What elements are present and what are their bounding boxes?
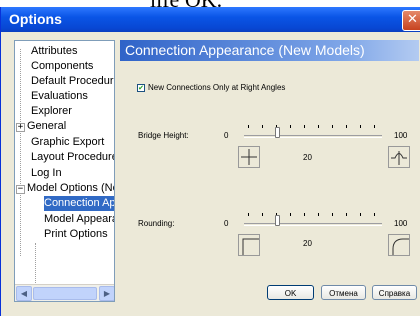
title-bar[interactable]: Options ✕ [1,7,420,32]
slider-tick [304,125,305,128]
rounding-max: 100 [394,219,408,228]
ok-button[interactable]: OK [267,285,314,300]
tree-connector [20,49,21,256]
slider-tick [374,125,375,128]
right-angles-label[interactable]: New Connections Only at Right Angles [148,83,285,92]
expand-plus-icon[interactable]: + [16,123,25,132]
tree-item-model-appearance[interactable]: Model Appearance [44,212,114,227]
slider-tick [248,213,249,216]
tree-item-log-in[interactable]: Log In [31,166,62,181]
tree-item-print-options[interactable]: Print Options [44,227,108,242]
rounding-track[interactable] [244,223,382,226]
slider-tick [374,213,375,216]
rounding-value: 20 [303,239,312,248]
tree-item-explorer[interactable]: Explorer [31,104,72,119]
rounding-slider-thumb[interactable] [275,215,280,226]
slider-tick [304,213,305,216]
bridge-height-label: Bridge Height: [138,131,189,140]
slider-tick [262,125,263,128]
tree-item-model-options[interactable]: Model Options (New Models) [27,181,114,196]
slider-tick [248,125,249,128]
cropped-text-fragment: life OK. [0,0,420,7]
slider-tick [318,125,319,128]
collapse-minus-icon[interactable]: − [16,185,25,194]
tree-item-evaluations[interactable]: Evaluations [31,89,88,104]
slider-tick [346,125,347,128]
slider-tick [332,213,333,216]
window-title: Options [9,11,62,27]
slider-tick [360,125,361,128]
slider-tick [262,213,263,216]
right-angles-checkbox[interactable]: ✔ [137,84,145,92]
options-dialog: Options ✕ Attributes Components Default … [0,7,420,316]
options-tree[interactable]: Attributes Components Default Procedures… [14,40,115,302]
tree-item-general[interactable]: General [27,119,66,134]
scroll-left-icon[interactable]: ◀ [16,286,32,301]
tree-item-default-procedures[interactable]: Default Procedures [31,74,114,89]
rounding-max-preview-icon [388,234,410,256]
help-button[interactable]: Справка [372,285,417,300]
tree-item-connection-appearance[interactable]: Connection Appearance [44,196,114,211]
bridge-max-preview-icon [388,146,410,168]
slider-tick [360,213,361,216]
bridge-min-preview-icon [238,146,260,168]
slider-tick [318,213,319,216]
rounding-min: 0 [224,219,229,228]
bridge-height-slider-thumb[interactable] [275,127,280,138]
tree-horizontal-scrollbar[interactable]: ◀ ▶ [15,284,114,301]
bridge-height-track[interactable] [244,135,382,138]
scroll-right-icon[interactable]: ▶ [99,286,114,301]
slider-tick [290,125,291,128]
close-icon[interactable]: ✕ [402,10,420,31]
panel-title: Connection Appearance (New Models) [125,42,365,58]
bridge-height-min: 0 [224,131,229,140]
tree-item-graphic-export[interactable]: Graphic Export [31,135,104,150]
slider-tick [346,213,347,216]
scrollbar-thumb[interactable] [33,287,97,300]
tree-item-layout-procedures[interactable]: Layout Procedures [31,150,114,165]
bridge-height-value: 20 [303,153,312,162]
tree-item-attributes[interactable]: Attributes [31,44,77,59]
cancel-button[interactable]: Отмена [321,285,366,300]
panel-header: Connection Appearance (New Models) [120,40,419,61]
rounding-min-preview-icon [238,234,260,256]
tree-item-components[interactable]: Components [31,59,93,74]
rounding-label: Rounding: [138,219,175,228]
slider-tick [290,213,291,216]
settings-panel: Connection Appearance (New Models) ✔ New… [120,40,419,303]
slider-tick [332,125,333,128]
bridge-height-max: 100 [394,131,408,140]
